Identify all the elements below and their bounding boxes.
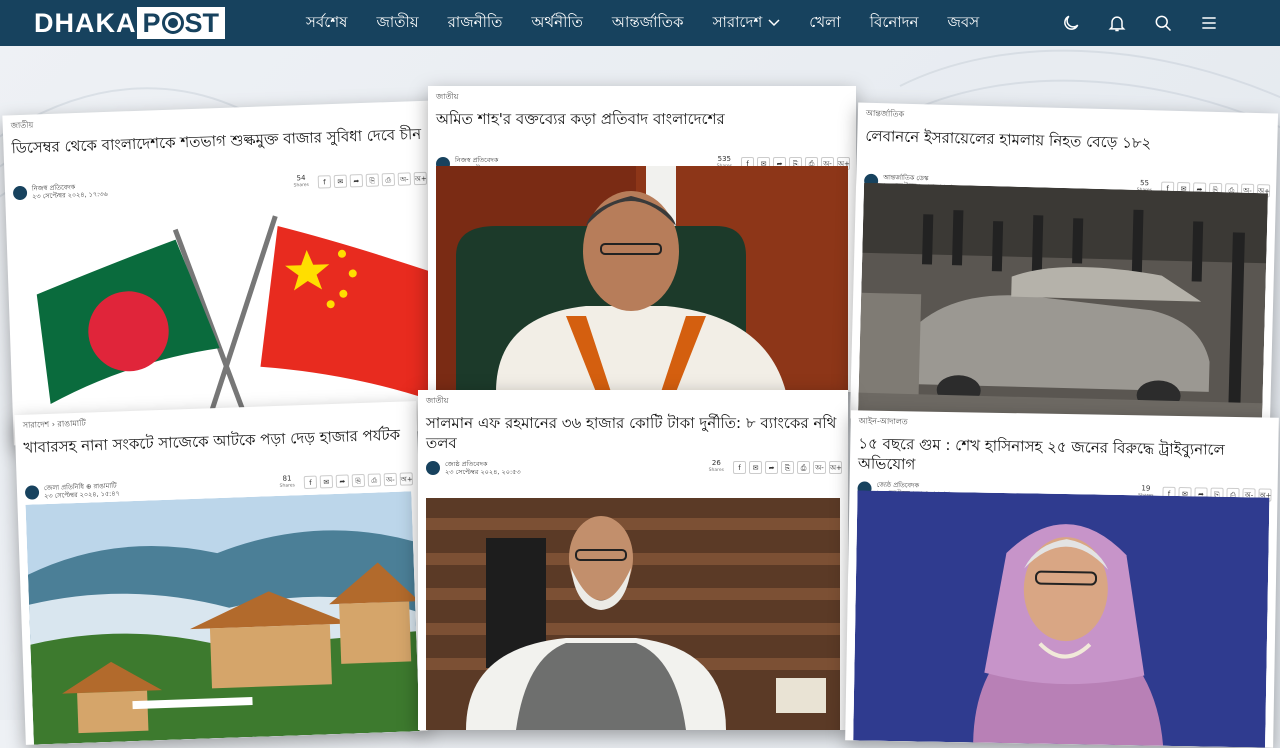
share-bar: 81 Shares f ✉ ➦ ⎘ ⎙ অ- অ+ (279, 471, 414, 490)
news-card[interactable]: আইন-আদালত ১৫ বছরে গুম : শেখ হাসিনাসহ ২৫ … (845, 410, 1279, 748)
font-increase-icon[interactable]: অ+ (829, 460, 842, 474)
card-date: ২৩ সেপ্টেম্বর ২০২৪, ২০:৫৩ (445, 468, 521, 476)
card-date: ২৩ সেপ্টেম্বর ২০২৪, ১৭:৩৬ (32, 189, 108, 201)
share-count-value: 26 (711, 459, 721, 467)
chevron-down-icon (768, 17, 780, 30)
card-date: ২৩ সেপ্টেম্বর ২০২৪, ১৫:৪৭ (44, 489, 120, 501)
news-card[interactable]: আন্তর্জাতিক লেবাননে ইসরায়েলের হামলায় ন… (849, 102, 1279, 430)
card-title[interactable]: সালমান এফ রহমানের ৩৬ হাজার কোটি টাকা দুর… (418, 407, 848, 455)
share-count: 81 Shares (279, 474, 296, 490)
font-increase-icon[interactable]: অ+ (399, 471, 414, 486)
messenger-share-icon[interactable]: ✉ (319, 474, 334, 488)
facebook-share-icon[interactable]: f (303, 475, 318, 489)
logo-text-post: P ST (136, 7, 226, 39)
card-title[interactable]: অমিত শাহ'র বক্তব্যের কড়া প্রতিবাদ বাংলা… (428, 103, 856, 151)
moon-icon[interactable] (1060, 12, 1082, 34)
messenger-share-icon[interactable]: ✉ (749, 460, 762, 474)
share-bar: 54 Shares f ✉ ➦ ⎘ ⎙ অ- অ+ (293, 171, 428, 190)
dhakapost-logo[interactable]: DHAKA P ST (34, 7, 226, 39)
share-count-label: Shares (293, 182, 310, 189)
nav-item-entertainment[interactable]: বিনোদন (870, 11, 919, 36)
card-author: জ্যেষ্ঠ প্রতিবেদক (445, 460, 488, 468)
logo-o-icon (161, 12, 184, 34)
news-card[interactable]: জাতীয় ডিসেম্বর থেকে বাংলাদেশকে শতভাগ শু… (2, 100, 442, 446)
copy-link-icon[interactable]: ⎘ (365, 172, 380, 187)
share-count-value: 55 (1139, 178, 1150, 188)
logo-letters-st: ST (184, 8, 220, 38)
author-avatar-icon (426, 461, 440, 475)
card-category: জাতীয় (436, 92, 459, 101)
share-bar: 26 Shares f ✉ ➦ ⎘ ⎙ অ- অ+ (709, 460, 842, 474)
author-avatar-icon (24, 485, 40, 500)
share-count-value: 535 (717, 155, 732, 163)
facebook-share-icon[interactable]: f (733, 460, 746, 474)
nav-item-politics[interactable]: রাজনীতি (448, 11, 503, 36)
nav-item-country[interactable]: সারাদেশ (713, 11, 781, 36)
card-category: জাতীয় (426, 396, 449, 405)
news-card[interactable]: জাতীয় সালমান এফ রহমানের ৩৬ হাজার কোটি ট… (418, 390, 848, 730)
print-icon[interactable]: ⎙ (797, 460, 810, 474)
top-navbar: DHAKA P ST সর্বশেষ জাতীয় রাজনীতি অর্থনীত… (0, 0, 1280, 46)
nav-icons (1036, 0, 1220, 46)
bell-icon[interactable] (1106, 12, 1128, 34)
copy-link-icon[interactable]: ⎘ (351, 473, 366, 487)
author-avatar-icon (12, 185, 28, 201)
card-image-lebanon[interactable] (857, 182, 1268, 430)
print-icon[interactable]: ⎙ (367, 472, 382, 487)
nav-item-economy[interactable]: অর্থনীতি (531, 11, 583, 36)
nav-item-country-label: সারাদেশ (712, 12, 763, 31)
share-count: 26 Shares (709, 460, 724, 474)
share-count-label: Shares (279, 483, 296, 489)
copy-link-icon[interactable]: ⎘ (781, 460, 794, 474)
nav-item-sports[interactable]: খেলা (809, 11, 840, 36)
card-image-salman[interactable] (426, 498, 840, 730)
news-card[interactable]: সারাদেশ › রাঙামাটি খাবারসহ নানা সংকটে সা… (14, 401, 428, 745)
nav-item-national[interactable]: জাতীয় (376, 11, 418, 36)
card-byline: জ্যেষ্ঠ প্রতিবেদক ২৩ সেপ্টেম্বর ২০২৪, ২০:… (445, 460, 521, 476)
font-decrease-icon[interactable]: অ- (383, 472, 398, 486)
nav-item-international[interactable]: আন্তর্জাতিক (612, 11, 684, 36)
nav-item-jobs[interactable]: জবস (948, 11, 980, 36)
logo-text-dhaka: DHAKA (34, 7, 137, 38)
card-meta: জ্যেষ্ঠ প্রতিবেদক ২৩ সেপ্টেম্বর ২০২৪, ২০:… (418, 455, 848, 481)
font-decrease-icon[interactable]: অ- (813, 460, 826, 474)
card-byline: নিজস্ব প্রতিবেদক ২৩ সেপ্টেম্বর ২০২৪, ১৭:৩… (32, 182, 108, 201)
card-image-hasina[interactable] (853, 490, 1270, 748)
main-nav: সর্বশেষ জাতীয় রাজনীতি অর্থনীতি আন্তর্জা… (306, 0, 1008, 46)
card-byline: জেলা প্রতিনিধি ⊕ রাঙামাটি ২৩ সেপ্টেম্বর ২… (44, 481, 120, 501)
font-increase-icon[interactable]: অ+ (413, 171, 428, 185)
card-author: নিজস্ব প্রতিবেদক (455, 156, 499, 164)
share-count-label: Shares (708, 468, 724, 473)
font-decrease-icon[interactable]: অ- (397, 171, 412, 186)
logo-letter-p: P (142, 8, 161, 38)
search-icon[interactable] (1152, 12, 1174, 34)
card-image-amit-shah[interactable] (436, 166, 848, 392)
menu-icon[interactable] (1198, 12, 1220, 34)
print-icon[interactable]: ⎙ (381, 172, 396, 186)
messenger-share-icon[interactable]: ✉ (333, 174, 348, 188)
forward-share-icon[interactable]: ➦ (765, 460, 778, 474)
card-image-sajek[interactable] (25, 491, 420, 745)
forward-share-icon[interactable]: ➦ (349, 173, 364, 187)
news-card[interactable]: জাতীয় অমিত শাহ'র বক্তব্যের কড়া প্রতিবা… (428, 86, 856, 392)
nav-item-latest[interactable]: সর্বশেষ (306, 11, 347, 36)
forward-share-icon[interactable]: ➦ (335, 473, 350, 488)
card-title[interactable]: ১৫ বছরে গুম : শেখ হাসিনাসহ ২৫ জনের বিরুদ… (850, 427, 1279, 482)
share-count: 54 Shares (293, 174, 310, 190)
share-count-value: 19 (1141, 484, 1151, 493)
facebook-share-icon[interactable]: f (317, 174, 332, 189)
